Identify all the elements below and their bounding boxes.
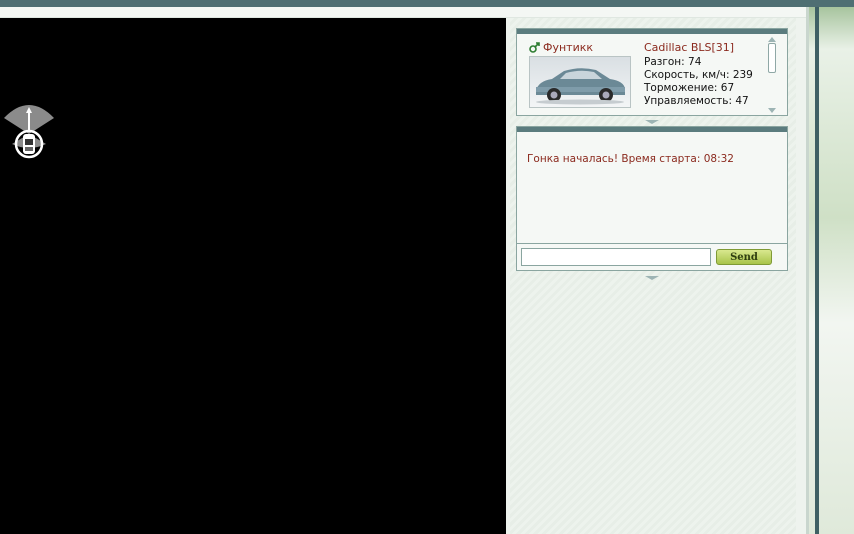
scroll-thumb[interactable]: [768, 43, 776, 73]
player-scrollbar[interactable]: [767, 37, 777, 113]
collapse-arrow-icon[interactable]: [645, 120, 659, 124]
male-icon: [529, 42, 540, 53]
top-strip: [0, 0, 854, 7]
stat-acceleration: Разгон: 74: [644, 56, 702, 68]
chat-panel: Гонка началась! Время старта: 08:32 Send: [516, 126, 788, 271]
window-edge: [815, 7, 819, 534]
panel-header: [517, 29, 787, 34]
chat-message: Гонка началась! Время старта: 08:32: [527, 153, 734, 165]
chat-input[interactable]: [521, 248, 711, 266]
stat-speed: Скорость, км/ч: 239: [644, 69, 753, 81]
window-top-border: [0, 7, 806, 18]
collapse-arrow-icon[interactable]: [645, 276, 659, 280]
scroll-down-icon[interactable]: [768, 108, 776, 113]
player-name[interactable]: Фунтикк: [529, 41, 593, 54]
send-button[interactable]: Send: [716, 249, 772, 265]
car-title[interactable]: Cadillac BLS[31]: [644, 41, 734, 54]
stat-handling: Управляемость: 47: [644, 95, 749, 107]
side-panel: Фунтикк Cadillac BLS[31] Разгон: 74 Скор…: [510, 18, 796, 534]
scroll-up-icon[interactable]: [768, 37, 776, 42]
player-info-panel: Фунтикк Cadillac BLS[31] Разгон: 74 Скор…: [516, 28, 788, 116]
stat-braking: Торможение: 67: [644, 82, 735, 94]
panel-header: [517, 127, 787, 132]
divider: [517, 243, 787, 244]
race-canvas[interactable]: [0, 18, 506, 534]
player-name-label[interactable]: Фунтикк: [543, 41, 593, 54]
car-icon: [529, 56, 631, 108]
radar-icon: [4, 105, 54, 159]
